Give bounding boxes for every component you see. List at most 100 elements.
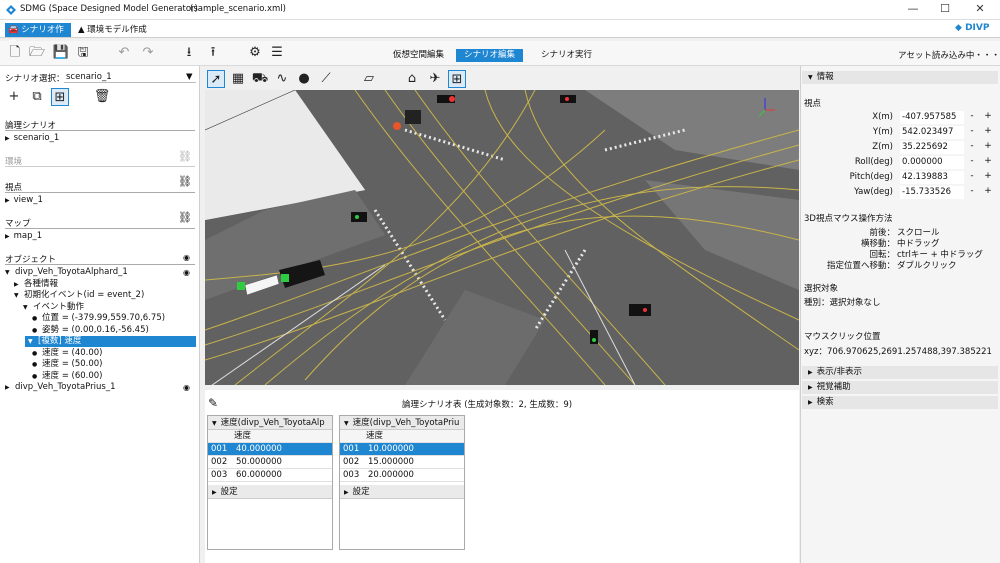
undo-icon[interactable]: ↶: [115, 44, 133, 62]
increment-button[interactable]: +: [983, 156, 993, 166]
3d-viewport[interactable]: [205, 90, 799, 385]
decrement-button[interactable]: -: [967, 141, 977, 151]
expand-arrow-icon[interactable]: ▶: [5, 382, 10, 393]
add-icon[interactable]: +: [5, 88, 23, 106]
vehicle-icon[interactable]: ⛟: [251, 70, 269, 88]
param-value-field[interactable]: -15.733526: [900, 186, 964, 199]
increment-button[interactable]: +: [983, 126, 993, 136]
decrement-button[interactable]: -: [967, 126, 977, 136]
mouse-op-key: 指定位置へ移動：: [826, 261, 895, 271]
open-folder-icon[interactable]: 🗁: [28, 44, 46, 62]
map-icon[interactable]: ▱: [360, 70, 378, 88]
bullet-icon[interactable]: ●: [32, 371, 37, 382]
logical-scenario-item[interactable]: ▶ scenario_1: [5, 133, 59, 143]
route-icon[interactable]: ∿: [273, 70, 291, 88]
delete-icon[interactable]: 🗑: [93, 88, 111, 106]
object-tree-node[interactable]: ● 位置 = (-379.99,559.70,6.75): [0, 313, 200, 324]
table-row[interactable]: 002 15.000000: [340, 456, 464, 469]
settings-expander[interactable]: ▶ 設定: [208, 485, 332, 499]
increment-button[interactable]: +: [983, 141, 993, 151]
object-tree-node[interactable]: ▼ イベント動作: [0, 302, 200, 313]
mode-virtual-space[interactable]: 仮想空間編集: [385, 49, 452, 62]
object-tree-root[interactable]: ▶ divp_Veh_ToyotaPrius_1 ◉: [0, 382, 200, 393]
info-section-header[interactable]: ▼ 情報: [802, 71, 998, 84]
menu-icon[interactable]: ☰: [268, 44, 286, 62]
new-file-icon[interactable]: 🗋: [6, 44, 24, 62]
minimize-button[interactable]: —: [905, 2, 921, 16]
pencil-icon[interactable]: ✎: [208, 396, 218, 410]
bullet-icon[interactable]: ●: [32, 313, 37, 324]
object-tree-node[interactable]: ● 姿勢 = (0.00,0.16,-56.45): [0, 325, 200, 336]
object-tree-node[interactable]: ▼ 初期化イベント(id = event_2): [0, 290, 200, 301]
tree-node-label: divp_Veh_ToyotaAlphard_1: [15, 267, 128, 277]
link-icon[interactable]: ⛓: [178, 175, 192, 188]
table-row[interactable]: 003 20.000000: [340, 469, 464, 482]
table-header[interactable]: ▼ 速度(divp_Veh_ToyotaAlp: [208, 416, 332, 430]
object-tree-node[interactable]: ● 速度 = (40.00): [0, 348, 200, 359]
point-icon[interactable]: ●: [295, 70, 313, 88]
link-icon[interactable]: ⛓: [178, 211, 192, 224]
expand-arrow-icon[interactable]: ▼: [28, 336, 33, 347]
tab-scenario-create[interactable]: 🚘 シナリオ作成: [5, 23, 71, 49]
param-value-field[interactable]: 0.000000: [900, 156, 964, 169]
param-value-field[interactable]: -407.957585: [900, 111, 964, 124]
object-tree-node[interactable]: ▼ [複数] 速度: [25, 336, 196, 347]
close-button[interactable]: ✕: [972, 2, 988, 16]
redo-icon[interactable]: ↷: [139, 44, 157, 62]
copy-icon[interactable]: ⧉: [28, 88, 46, 106]
decrement-button[interactable]: -: [967, 156, 977, 166]
increment-button[interactable]: +: [983, 111, 993, 121]
param-value-field[interactable]: 542.023497: [900, 126, 964, 139]
decrement-button[interactable]: -: [967, 111, 977, 121]
grid-icon[interactable]: ⊞: [448, 70, 466, 88]
eye-icon[interactable]: ◉: [183, 267, 190, 278]
eye-icon[interactable]: ◉: [183, 253, 190, 262]
table-row[interactable]: 003 60.000000: [208, 469, 332, 482]
object-tree-node[interactable]: ● 速度 = (50.00): [0, 359, 200, 370]
table-header[interactable]: ▼ 速度(divp_Veh_ToyotaPriu: [340, 416, 464, 430]
gear-icon[interactable]: ⚙: [246, 44, 264, 62]
display-toggle-section[interactable]: ▶ 表示/非表示: [802, 366, 998, 379]
expand-arrow-icon[interactable]: ▶: [14, 279, 19, 290]
view-item[interactable]: ▶ view_1: [5, 195, 43, 205]
table-row[interactable]: 002 50.000000: [208, 456, 332, 469]
search-section[interactable]: ▶ 検索: [802, 396, 998, 409]
increment-button[interactable]: +: [983, 186, 993, 196]
decrement-button[interactable]: -: [967, 171, 977, 181]
export-icon[interactable]: ⭱: [204, 44, 222, 62]
table-row[interactable]: 001 40.000000: [208, 443, 332, 456]
settings-expander[interactable]: ▶ 設定: [340, 485, 464, 499]
expand-arrow-icon[interactable]: ▼: [5, 267, 10, 278]
param-value-field[interactable]: 35.225692: [900, 141, 964, 154]
table-row[interactable]: 001 10.000000: [340, 443, 464, 456]
tree-view-icon[interactable]: ⊞: [51, 88, 69, 106]
increment-button[interactable]: +: [983, 171, 993, 181]
maximize-button[interactable]: ☐: [937, 2, 953, 16]
expand-arrow-icon[interactable]: ▼: [14, 290, 19, 301]
mode-scenario-edit[interactable]: シナリオ編集: [456, 49, 524, 62]
tab-env-model[interactable]: ▲ 環境モデル作成: [75, 23, 165, 37]
import-icon[interactable]: ⭳: [180, 44, 198, 62]
param-value-field[interactable]: 42.139883: [900, 171, 964, 184]
object-tree-node[interactable]: ▶ 各種情報: [0, 279, 200, 290]
home-icon[interactable]: ⌂: [403, 70, 421, 88]
visual-aid-section[interactable]: ▶ 視覚補助: [802, 381, 998, 394]
save-as-icon[interactable]: 🖫: [74, 44, 92, 62]
mode-scenario-run[interactable]: シナリオ実行: [533, 49, 600, 62]
bullet-icon[interactable]: ●: [32, 348, 37, 359]
object-tree-node[interactable]: ● 速度 = (60.00): [0, 371, 200, 382]
bullet-icon[interactable]: ●: [32, 359, 37, 370]
link-icon[interactable]: ⛓: [178, 150, 192, 163]
expand-arrow-icon[interactable]: ▼: [23, 302, 28, 313]
select-cursor-icon[interactable]: ➚: [207, 70, 225, 88]
decrement-button[interactable]: -: [967, 186, 977, 196]
ruler-icon[interactable]: ⟋: [317, 70, 335, 88]
map-item[interactable]: ▶ map_1: [5, 231, 42, 241]
plane-icon[interactable]: ✈: [426, 70, 444, 88]
save-icon[interactable]: 💾: [52, 44, 70, 62]
object-tree-root[interactable]: ▼ divp_Veh_ToyotaAlphard_1 ◉: [0, 267, 200, 278]
building-icon[interactable]: ▦: [229, 70, 247, 88]
bullet-icon[interactable]: ●: [32, 325, 37, 336]
eye-icon[interactable]: ◉: [183, 382, 190, 393]
scenario-select[interactable]: scenario_1 ▼: [64, 71, 196, 83]
